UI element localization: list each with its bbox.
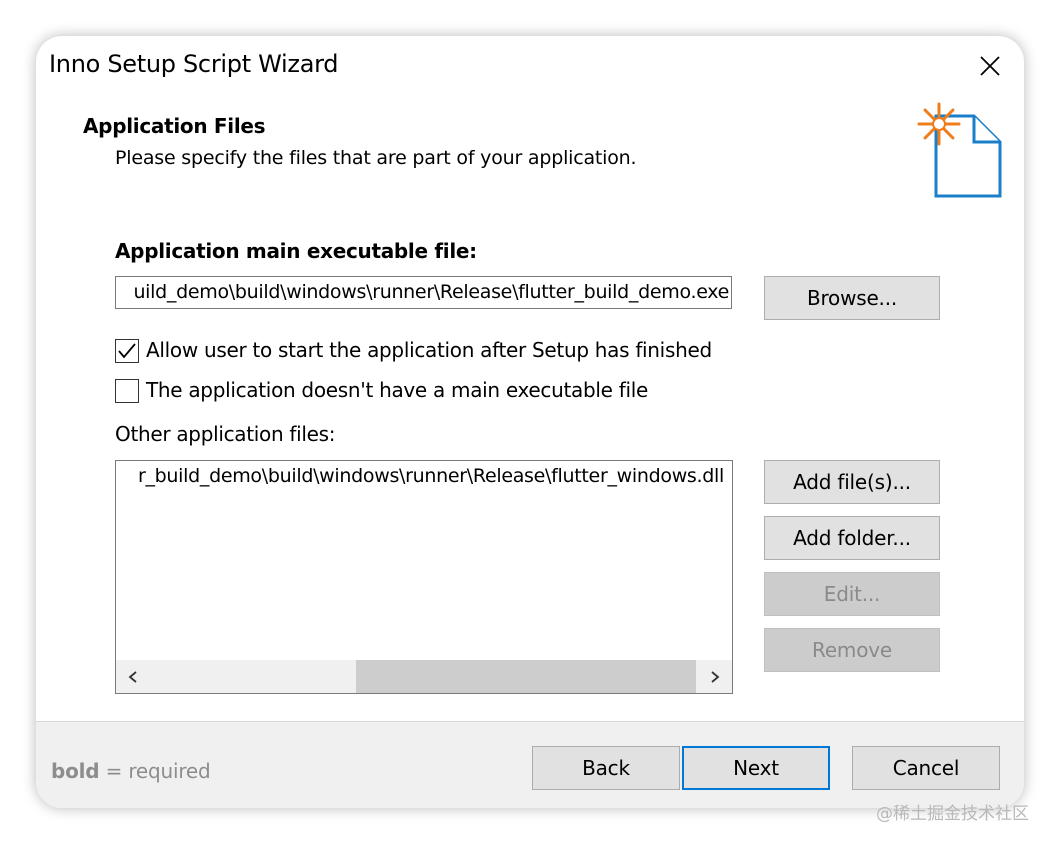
- other-files-list[interactable]: r_build_demo\build\windows\runner\Releas…: [115, 460, 733, 694]
- back-button[interactable]: Back: [532, 746, 680, 790]
- scrollbar-thumb[interactable]: [356, 660, 696, 693]
- chevron-left-icon: [128, 670, 137, 683]
- watermark: @稀土掘金技术社区: [876, 804, 1029, 824]
- required-hint: bold = required: [51, 759, 211, 783]
- add-files-button[interactable]: Add file(s)...: [764, 460, 940, 504]
- page-title: Application Files: [83, 114, 266, 138]
- remove-button[interactable]: Remove: [764, 628, 940, 672]
- wizard-window: Inno Setup Script Wizard Application Fil…: [36, 36, 1024, 808]
- no-main-exe-checkbox[interactable]: [115, 379, 139, 403]
- title-bar: Inno Setup Script Wizard: [36, 36, 1024, 96]
- other-files-label: Other application files:: [115, 422, 336, 446]
- main-exe-label: Application main executable file:: [115, 239, 477, 263]
- next-button[interactable]: Next: [682, 746, 830, 790]
- close-button[interactable]: [968, 46, 1012, 86]
- close-icon: [980, 56, 1000, 76]
- hint-text: = required: [105, 759, 211, 783]
- main-exe-field[interactable]: uild_demo\build\windows\runner\Release\f…: [115, 276, 732, 309]
- horizontal-scrollbar[interactable]: [116, 660, 732, 693]
- add-folder-button[interactable]: Add folder...: [764, 516, 940, 560]
- scroll-right-button[interactable]: [698, 660, 732, 693]
- page-subtitle: Please specify the files that are part o…: [115, 147, 637, 169]
- edit-button[interactable]: Edit...: [764, 572, 940, 616]
- hint-bold: bold: [51, 759, 100, 783]
- wizard-footer: bold = required Back Next Cancel: [36, 721, 1024, 808]
- cancel-button[interactable]: Cancel: [852, 746, 1000, 790]
- checkmark-icon: [118, 343, 136, 359]
- main-exe-value: uild_demo\build\windows\runner\Release\f…: [133, 281, 729, 303]
- window-title: Inno Setup Script Wizard: [49, 50, 339, 78]
- new-file-sparkle-icon: [917, 102, 1002, 198]
- allow-start-checkbox[interactable]: [115, 339, 139, 363]
- allow-start-label[interactable]: Allow user to start the application afte…: [146, 338, 712, 362]
- browse-button[interactable]: Browse...: [764, 276, 940, 320]
- no-main-exe-label[interactable]: The application doesn't have a main exec…: [146, 378, 648, 402]
- list-item[interactable]: r_build_demo\build\windows\runner\Releas…: [138, 465, 724, 487]
- chevron-right-icon: [711, 670, 720, 683]
- scroll-left-button[interactable]: [116, 660, 150, 693]
